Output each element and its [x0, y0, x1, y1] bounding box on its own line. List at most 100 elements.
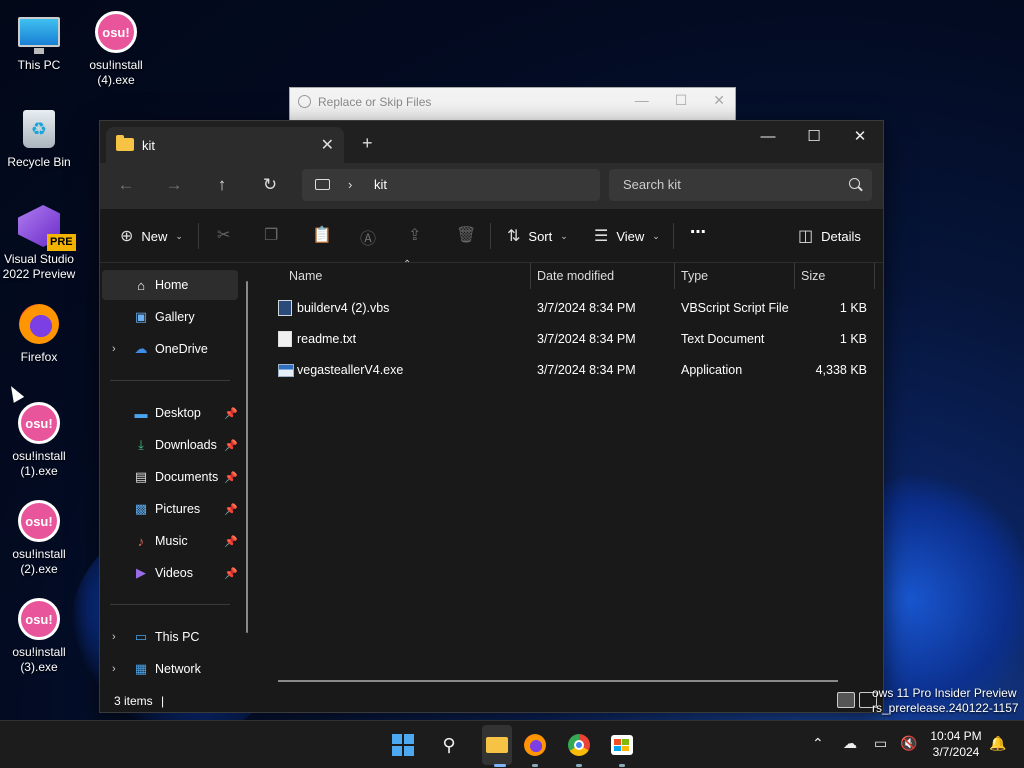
new-button[interactable]: ⊕ New ⌄	[120, 226, 183, 246]
network-icon: ▦	[134, 661, 148, 676]
desktop-icon-osu-install-2[interactable]: osu! osu!install (2).exe	[1, 499, 77, 577]
store-taskbar-button[interactable]	[610, 733, 634, 757]
view-button[interactable]: ☰ View ⌄	[594, 226, 660, 246]
column-divider[interactable]	[530, 263, 531, 289]
sort-button[interactable]: ⇅ Sort ⌄	[507, 226, 568, 246]
maximize-button[interactable]: ☐	[675, 92, 688, 109]
breadcrumb-kit[interactable]: kit	[374, 177, 387, 192]
clock[interactable]: 10:04 PM 3/7/2024	[920, 728, 992, 760]
firefox-taskbar-button[interactable]	[523, 733, 547, 757]
file-explorer-window[interactable]: kit ✕ + — ☐ ✕ ← → ↑ ↻ › kit Search kit ⊕…	[99, 120, 884, 713]
sidebar-item-home[interactable]: ⌂ Home	[102, 270, 238, 300]
chevron-right-icon[interactable]: ›	[112, 663, 116, 675]
desktop-icon-this-pc[interactable]: This PC	[1, 10, 77, 73]
column-header-date[interactable]: Date modified	[537, 263, 614, 289]
copy-icon[interactable]: ❐	[264, 225, 278, 245]
desktop-icon-osu-install-1[interactable]: osu! osu!install (1).exe	[1, 401, 77, 479]
sidebar-item-gallery[interactable]: ▣ Gallery	[102, 302, 238, 332]
title-bar[interactable]: kit ✕ + — ☐ ✕	[100, 121, 883, 163]
sidebar-scrollbar[interactable]	[246, 281, 248, 633]
file-explorer-taskbar-button[interactable]	[485, 733, 509, 757]
share-icon[interactable]: ⇪	[408, 225, 421, 245]
sidebar-item-documents[interactable]: ▤ Documents 📌	[102, 462, 238, 492]
chevron-right-icon[interactable]: ›	[112, 343, 116, 355]
file-row[interactable]: builderv4 (2).vbs 3/7/2024 8:34 PM VBScr…	[268, 293, 876, 324]
pin-icon[interactable]: 📌	[224, 407, 238, 420]
picture-icon: ▩	[134, 501, 148, 516]
minimize-button[interactable]: —	[745, 121, 791, 151]
chevron-right-icon[interactable]: ›	[348, 177, 352, 192]
sidebar-item-pictures[interactable]: ▩ Pictures 📌	[102, 494, 238, 524]
rename-icon[interactable]: Ⓐ	[360, 225, 376, 249]
firefox-icon	[524, 734, 546, 756]
file-name: vegasteallerV4.exe	[297, 363, 404, 377]
network-icon[interactable]: ▭	[874, 735, 887, 752]
tab-kit[interactable]: kit ✕	[106, 127, 344, 163]
column-divider[interactable]	[794, 263, 795, 289]
sidebar-item-onedrive[interactable]: › ☁ OneDrive	[102, 334, 238, 364]
preview-badge: PRE	[47, 234, 76, 251]
column-header-type[interactable]: Type	[681, 263, 708, 289]
pin-icon[interactable]: 📌	[224, 567, 238, 580]
minimize-button[interactable]: —	[635, 92, 649, 109]
sidebar-item-downloads[interactable]: ⤓ Downloads 📌	[102, 430, 238, 460]
up-button[interactable]: ↑	[210, 175, 234, 195]
more-options-button[interactable]: ⋯	[690, 222, 706, 242]
close-button[interactable]: ✕	[713, 92, 725, 109]
cloud-offline-icon[interactable]: ☁	[843, 735, 857, 752]
search-button[interactable]: ⚲	[437, 733, 461, 757]
horizontal-scrollbar[interactable]	[278, 680, 838, 682]
paste-icon[interactable]: 📋	[312, 225, 332, 245]
file-list[interactable]: ⌃ Name Date modified Type Size builderv4…	[258, 259, 883, 688]
start-button[interactable]	[391, 733, 415, 757]
pin-icon[interactable]: 📌	[224, 439, 238, 452]
taskbar: ⚲ ⌃ ☁ ▭ 🔇 10:04 PM 3/7/2024 🔔	[0, 720, 1024, 768]
volume-muted-icon[interactable]: 🔇	[900, 735, 917, 752]
close-window-button[interactable]: ✕	[837, 121, 883, 151]
desktop-icon-label: Firefox	[20, 350, 58, 364]
desktop-icon-osu-install-4[interactable]: osu! osu!install (4).exe	[78, 10, 154, 88]
file-row[interactable]: readme.txt 3/7/2024 8:34 PM Text Documen…	[268, 324, 876, 355]
desktop-icon-osu-install-3[interactable]: osu! osu!install (3).exe	[1, 597, 77, 675]
desktop-icon-recycle-bin[interactable]: ♻ Recycle Bin	[1, 107, 77, 170]
column-divider[interactable]	[674, 263, 675, 289]
address-bar[interactable]: › kit	[302, 169, 600, 201]
refresh-button[interactable]: ↻	[258, 175, 282, 195]
pin-icon[interactable]: 📌	[224, 535, 238, 548]
cut-icon[interactable]: ✂	[217, 225, 230, 245]
forward-button[interactable]: →	[162, 175, 186, 195]
back-button[interactable]: ←	[114, 175, 138, 195]
notification-bell-icon[interactable]: 🔔	[989, 735, 1006, 752]
chevron-right-icon[interactable]: ›	[112, 631, 116, 643]
column-header-name[interactable]: Name	[289, 263, 322, 289]
pin-icon[interactable]: 📌	[224, 471, 238, 484]
file-row[interactable]: vegasteallerV4.exe 3/7/2024 8:34 PM Appl…	[268, 355, 876, 386]
chrome-taskbar-button[interactable]	[567, 733, 591, 757]
desktop-icon-firefox[interactable]: Firefox	[1, 302, 77, 365]
desktop-icon-label: This PC	[17, 58, 61, 72]
details-button[interactable]: ◫ Details	[798, 226, 861, 246]
pin-icon[interactable]: 📌	[224, 503, 238, 516]
column-divider[interactable]	[874, 263, 875, 289]
maximize-button[interactable]: ☐	[791, 121, 837, 151]
search-input[interactable]: Search kit	[609, 169, 872, 201]
desktop-icon-label: Recycle Bin	[7, 155, 71, 169]
delete-icon[interactable]: 🗑	[456, 225, 476, 245]
close-tab-button[interactable]: ✕	[321, 135, 334, 155]
sidebar-item-music[interactable]: ♪ Music 📌	[102, 526, 238, 556]
video-icon: ▶	[136, 565, 146, 580]
sidebar-item-label: Home	[155, 278, 189, 292]
search-placeholder: Search kit	[623, 177, 681, 192]
show-hidden-icons-button[interactable]: ⌃	[812, 735, 824, 752]
sidebar-item-desktop[interactable]: ▬ Desktop 📌	[102, 398, 239, 428]
sidebar-item-this-pc[interactable]: › ▭ This PC	[102, 622, 238, 652]
new-tab-button[interactable]: +	[362, 133, 373, 154]
running-indicator	[494, 764, 506, 767]
sidebar-item-label: This PC	[155, 630, 200, 644]
sidebar-item-videos[interactable]: ▶ Videos 📌	[102, 558, 238, 588]
column-header-size[interactable]: Size	[801, 263, 825, 289]
sidebar-item-network[interactable]: › ▦ Network	[102, 654, 238, 684]
desktop-icon-visual-studio[interactable]: PRE Visual Studio 2022 Preview	[1, 204, 77, 282]
osu-icon: osu!	[18, 598, 60, 640]
details-view-button[interactable]	[837, 692, 855, 708]
